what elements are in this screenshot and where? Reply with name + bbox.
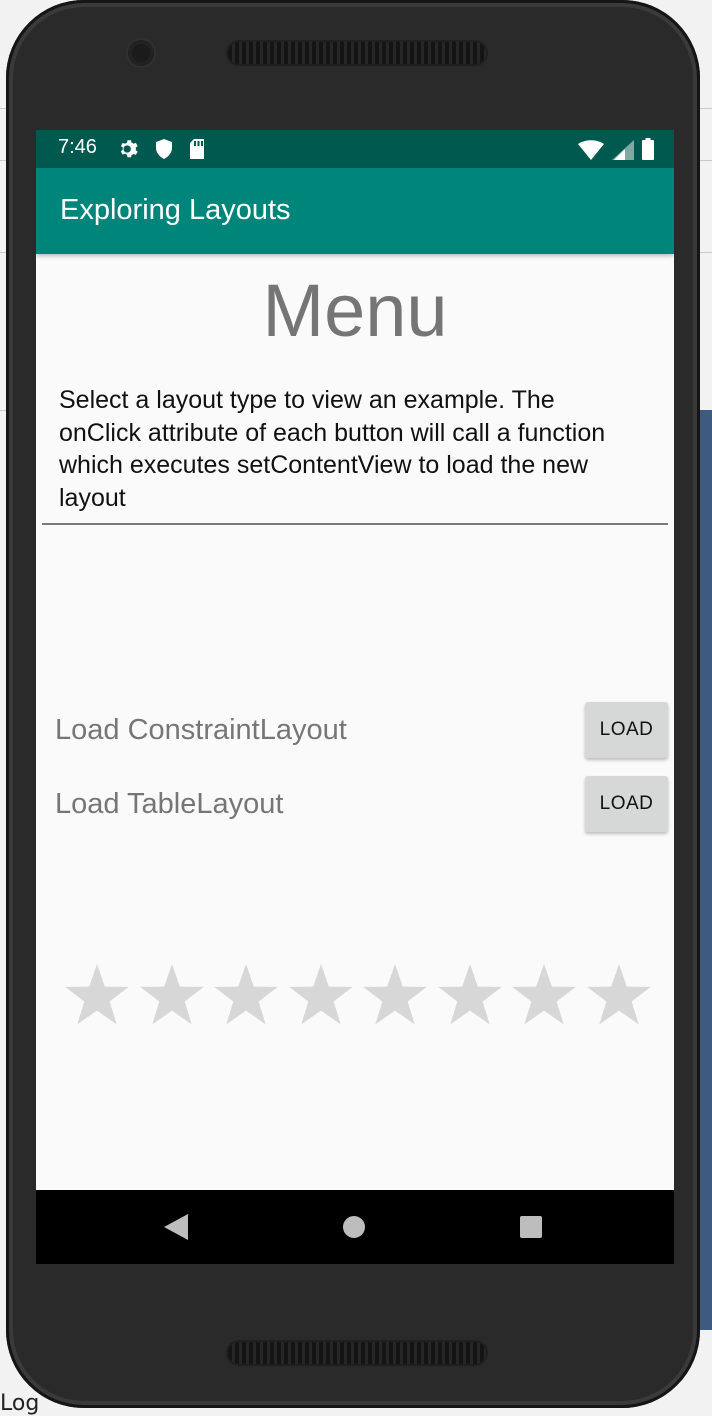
app-bar: Exploring Layouts <box>36 168 674 254</box>
battery-icon <box>642 138 654 160</box>
status-time: 7:46 <box>58 136 97 158</box>
navigation-bar <box>36 1190 674 1264</box>
wifi-icon <box>578 140 604 160</box>
star-icon[interactable] <box>362 964 428 1026</box>
star-icon[interactable] <box>213 964 279 1026</box>
load-constraint-layout-button[interactable]: LOAD <box>585 702 668 758</box>
star-icon[interactable] <box>511 964 577 1026</box>
recents-icon[interactable] <box>520 1216 542 1238</box>
constraint-layout-label: Load ConstraintLayout <box>55 714 347 746</box>
gear-icon <box>120 140 138 158</box>
table-layout-label: Load TableLayout <box>55 788 284 820</box>
star-icon[interactable] <box>437 964 503 1026</box>
star-icon[interactable] <box>139 964 205 1026</box>
load-table-layout-button[interactable]: LOAD <box>585 776 668 832</box>
bottom-speaker <box>228 1342 486 1364</box>
star-icon[interactable] <box>64 964 130 1026</box>
shield-icon <box>156 139 172 159</box>
status-bar: 7:46 <box>36 130 674 168</box>
log-tab-label[interactable]: Log <box>0 1391 39 1416</box>
app-title: Exploring Layouts <box>60 194 291 226</box>
star-icon[interactable] <box>586 964 652 1026</box>
phone-frame: 7:46 Exploring Layouts Menu Select a lay… <box>6 0 700 1408</box>
earpiece-speaker <box>228 42 486 64</box>
front-camera <box>128 40 154 66</box>
phone-screen: 7:46 Exploring Layouts Menu Select a lay… <box>36 130 674 1264</box>
rating-bar[interactable] <box>64 964 652 1028</box>
star-icon[interactable] <box>288 964 354 1026</box>
divider <box>42 523 668 525</box>
desktop-side-panel <box>698 410 712 1330</box>
home-icon[interactable] <box>343 1216 365 1238</box>
menu-heading: Menu <box>262 269 448 352</box>
cell-signal-icon <box>612 140 634 160</box>
sd-card-icon <box>190 139 204 159</box>
description-text: Select a layout type to view an example.… <box>59 386 606 512</box>
back-icon[interactable] <box>164 1214 188 1240</box>
